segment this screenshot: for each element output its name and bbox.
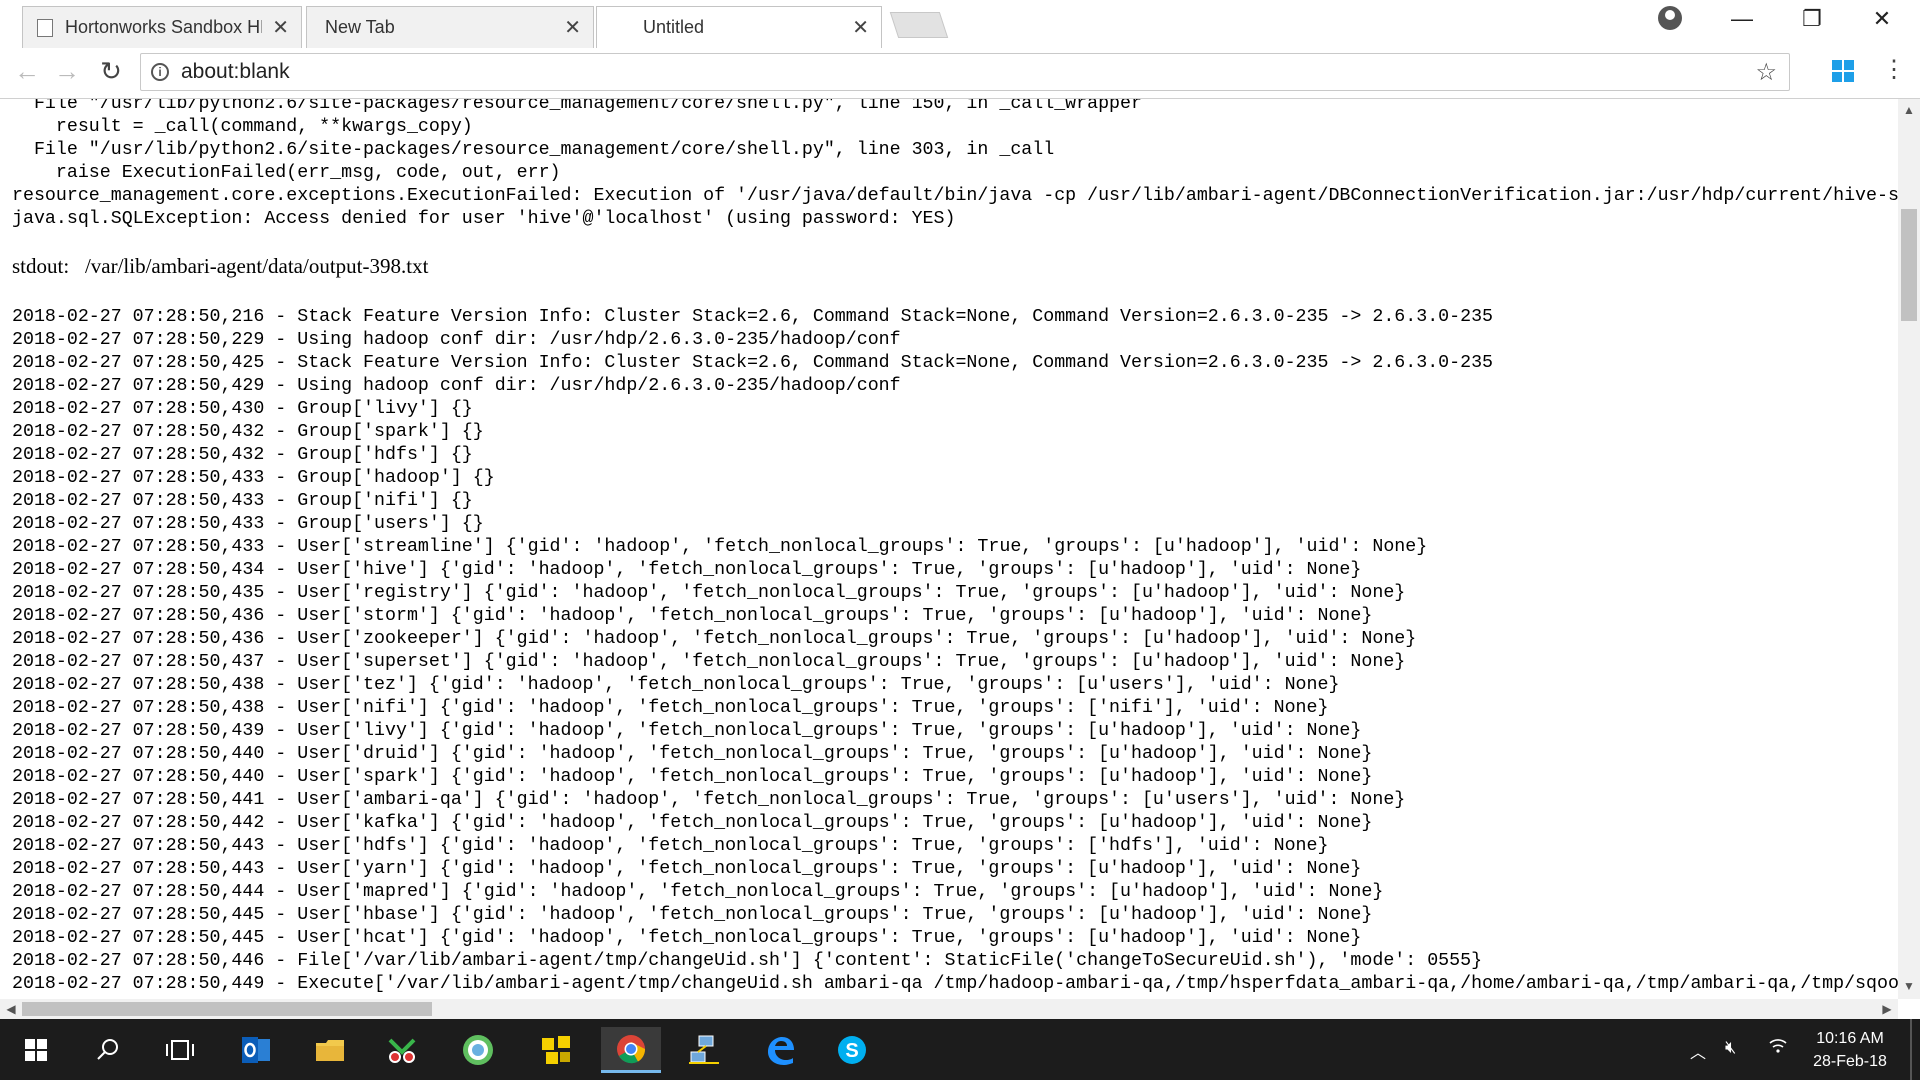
file-explorer-icon[interactable] [300,1027,360,1073]
log-line: 2018-02-27 07:28:50,438 - User['tez'] {'… [12,675,1340,695]
log-line: 2018-02-27 07:28:50,438 - User['nifi'] {… [12,698,1329,718]
tab-title: Untitled [643,17,705,37]
log-line: 2018-02-27 07:28:50,216 - Stack Feature … [12,307,1494,327]
scroll-right-icon[interactable]: ▶ [1876,1002,1898,1016]
show-desktop-button[interactable] [1910,1019,1912,1080]
log-line: 2018-02-27 07:28:50,425 - Stack Feature … [12,353,1494,373]
puzzle-app-icon[interactable] [526,1027,586,1073]
windows-start-icon[interactable] [6,1027,66,1073]
log-line: 2018-02-27 07:28:50,433 - Group['users']… [12,514,484,534]
reload-icon[interactable]: ↻ [94,56,128,87]
new-tab-button[interactable] [889,12,949,38]
log-line: 2018-02-27 07:28:50,446 - File['/var/lib… [12,951,1483,971]
svg-text:S: S [845,1040,858,1062]
log-line: 2018-02-27 07:28:50,440 - User['spark'] … [12,767,1373,787]
log-line: 2018-02-27 07:28:50,441 - User['ambari-q… [12,790,1406,810]
log-line: 2018-02-27 07:28:50,433 - Group['nifi'] … [12,491,473,511]
profile-icon[interactable] [1658,6,1682,30]
windows-extension-icon[interactable] [1832,60,1854,82]
stdout-path: /var/lib/ambari-agent/data/output-398.tx… [84,254,429,278]
stdout-heading: stdout: /var/lib/ambari-agent/data/outpu… [12,254,428,279]
scroll-down-icon[interactable]: ▼ [1898,979,1920,993]
log-line: 2018-02-27 07:28:50,445 - User['hcat'] {… [12,928,1362,948]
log-line: 2018-02-27 07:28:50,432 - Group['spark']… [12,422,484,442]
log-block: 2018-02-27 07:28:50,216 - Stack Feature … [12,306,1898,996]
log-line: 2018-02-27 07:28:50,439 - User['livy'] {… [12,721,1362,741]
tab-new-tab[interactable]: New Tab ✕ [306,6,594,48]
traceback-line: result = _call(command, **kwargs_copy) [12,117,473,137]
scroll-up-icon[interactable]: ▲ [1898,103,1920,117]
log-line: 2018-02-27 07:28:50,430 - Group['livy'] … [12,399,473,419]
task-view-icon[interactable] [150,1027,210,1073]
log-line: 2018-02-27 07:28:50,440 - User['druid'] … [12,744,1373,764]
horizontal-scrollbar[interactable]: ◀ ▶ [0,999,1898,1019]
page-content: File "/usr/lib/python2.6/site-packages/r… [0,99,1898,999]
tab-hortonworks[interactable]: Hortonworks Sandbox HDP ✕ [22,6,302,48]
volume-muted-icon[interactable]: 🔇︎ [1725,1037,1736,1058]
log-line: 2018-02-27 07:28:50,445 - User['hbase'] … [12,905,1373,925]
tab-close-icon[interactable]: ✕ [272,15,289,40]
info-icon[interactable]: i [151,63,169,81]
restore-icon[interactable]: ❐ [1792,6,1832,32]
traceback-line: raise ExecutionFailed(err_msg, code, out… [12,163,561,183]
tab-title: New Tab [325,17,395,37]
vertical-scroll-thumb[interactable] [1901,209,1917,321]
close-window-icon[interactable]: ✕ [1862,6,1902,32]
log-line: 2018-02-27 07:28:50,449 - Execute['/var/… [12,974,1898,994]
browser-toolbar: ← → ↻ i about: blank ☆ [0,48,1920,99]
tab-close-icon[interactable]: ✕ [564,15,581,40]
network-app-icon[interactable] [674,1027,734,1073]
bookmark-star-icon[interactable]: ☆ [1755,58,1777,87]
traceback-line: File "/usr/lib/python2.6/site-packages/r… [12,99,1142,114]
log-line: 2018-02-27 07:28:50,433 - User['streamli… [12,537,1428,557]
log-line: 2018-02-27 07:28:50,429 - Using hadoop c… [12,376,901,396]
chrome-icon[interactable] [601,1027,661,1073]
vertical-scrollbar[interactable]: ▲ ▼ [1898,99,1920,999]
address-bar[interactable]: i about: blank ☆ [140,53,1790,91]
outlook-icon[interactable] [226,1027,286,1073]
stdout-label: stdout: [12,254,70,278]
log-line: 2018-02-27 07:28:50,444 - User['mapred']… [12,882,1384,902]
system-clock[interactable]: 10:16 AM 28-Feb-18 [1800,1027,1900,1073]
tab-strip: Hortonworks Sandbox HDP ✕ New Tab ✕ Unti… [0,0,1920,48]
clock-date: 28-Feb-18 [1813,1053,1887,1070]
tab-untitled[interactable]: Untitled ✕ [596,6,882,48]
menu-icon[interactable]: ⋮ [1882,58,1906,82]
tab-title: Hortonworks Sandbox HDP [65,17,262,37]
snipping-tool-icon[interactable] [372,1027,432,1073]
forward-icon[interactable]: → [50,56,84,87]
traceback-block: File "/usr/lib/python2.6/site-packages/r… [12,99,1898,231]
skype-icon[interactable]: S [822,1027,882,1073]
log-line: 2018-02-27 07:28:50,443 - User['yarn'] {… [12,859,1362,879]
log-line: 2018-02-27 07:28:50,437 - User['superset… [12,652,1406,672]
wifi-icon[interactable] [1768,1037,1788,1060]
log-line: 2018-02-27 07:28:50,433 - Group['hadoop'… [12,468,495,488]
tab-close-icon[interactable]: ✕ [852,15,869,40]
traceback-line: java.sql.SQLException: Access denied for… [12,209,956,229]
url-path: blank [239,60,290,83]
search-icon[interactable] [78,1027,138,1073]
back-icon[interactable]: ← [10,56,44,87]
scroll-left-icon[interactable]: ◀ [0,1002,22,1016]
horizontal-scroll-thumb[interactable] [22,1002,432,1016]
clock-time: 10:16 AM [1816,1030,1884,1047]
traceback-line: resource_management.core.exceptions.Exec… [12,186,1898,206]
log-line: 2018-02-27 07:28:50,435 - User['registry… [12,583,1406,603]
messenger-icon[interactable] [448,1027,508,1073]
log-line: 2018-02-27 07:28:50,432 - Group['hdfs'] … [12,445,473,465]
log-line: 2018-02-27 07:28:50,229 - Using hadoop c… [12,330,901,350]
page-icon [37,18,53,37]
taskbar: S ︿ 🔇︎ 10:16 AM 28-Feb-18 [0,1019,1920,1080]
url-scheme: about: [181,60,240,83]
tray-overflow-icon[interactable]: ︿ [1690,1039,1706,1063]
log-line: 2018-02-27 07:28:50,443 - User['hdfs'] {… [12,836,1329,856]
traceback-line: File "/usr/lib/python2.6/site-packages/r… [12,140,1055,160]
log-line: 2018-02-27 07:28:50,434 - User['hive'] {… [12,560,1362,580]
edge-icon[interactable] [750,1027,810,1073]
log-line: 2018-02-27 07:28:50,436 - User['storm'] … [12,606,1373,626]
log-line: 2018-02-27 07:28:50,436 - User['zookeepe… [12,629,1417,649]
minimize-icon[interactable]: — [1722,6,1762,32]
log-line: 2018-02-27 07:28:50,442 - User['kafka'] … [12,813,1373,833]
